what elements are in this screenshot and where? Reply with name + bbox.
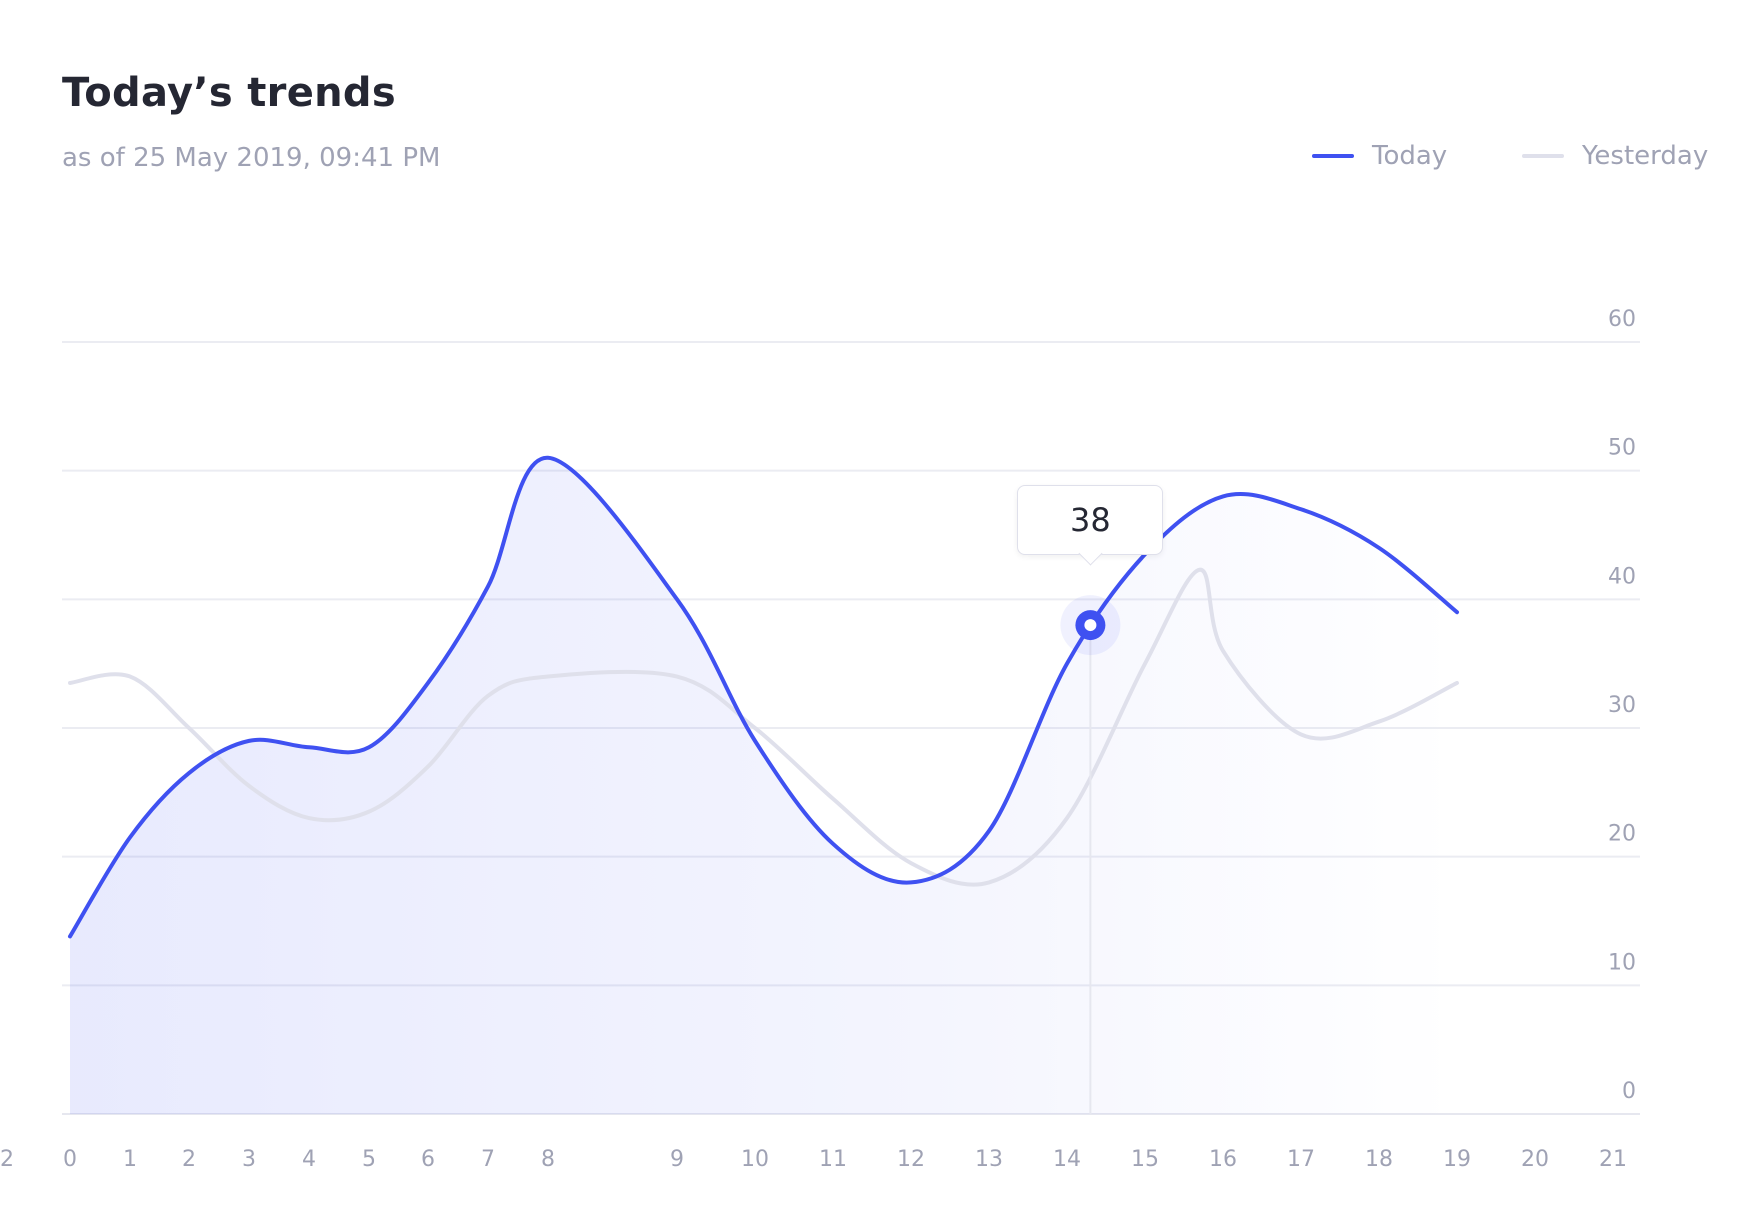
- x-tick-label-11: 11: [819, 1147, 847, 1172]
- x-tick-label-2: 2: [182, 1147, 196, 1172]
- y-tick-label-20: 20: [1608, 822, 1636, 847]
- x-tick-label-19: 19: [1443, 1147, 1471, 1172]
- y-tick-label-30: 30: [1608, 693, 1636, 718]
- area-fills: [70, 457, 1457, 1114]
- x-tick-label-3: 3: [242, 1147, 256, 1172]
- x-tick-label-17: 17: [1287, 1147, 1315, 1172]
- x-tick-label-22: 22: [0, 1147, 14, 1172]
- x-tick-label-21: 21: [1599, 1147, 1627, 1172]
- hover-point-center: [1084, 619, 1097, 632]
- x-tick-label-14: 14: [1053, 1147, 1081, 1172]
- x-tick-label-0: 0: [63, 1147, 77, 1172]
- x-tick-label-15: 15: [1131, 1147, 1159, 1172]
- y-tick-label-0: 0: [1622, 1079, 1636, 1104]
- x-tick-label-20: 20: [1521, 1147, 1549, 1172]
- x-tick-label-8: 8: [541, 1147, 555, 1172]
- x-tick-label-7: 7: [481, 1147, 495, 1172]
- y-tick-label-10: 10: [1608, 950, 1636, 975]
- series-area-today: [70, 457, 1457, 1114]
- y-tick-label-50: 50: [1608, 436, 1636, 461]
- x-tick-label-9: 9: [670, 1147, 684, 1172]
- x-tick-label-6: 6: [421, 1147, 435, 1172]
- x-tick-label-5: 5: [362, 1147, 376, 1172]
- trend-chart: 01020304050600 1 2 3 4 5 6 7 8 9 10 11 12 13 14 15 16 17 1…: [0, 307, 1640, 1172]
- x-tick-label-4: 4: [302, 1147, 316, 1172]
- y-tick-label-60: 60: [1608, 307, 1636, 332]
- y-tick-label-40: 40: [1608, 564, 1636, 589]
- x-tick-label-10: 10: [741, 1147, 769, 1172]
- x-tick-label-18: 18: [1365, 1147, 1393, 1172]
- x-tick-label-12: 12: [897, 1147, 925, 1172]
- tooltip-value: 38: [1070, 501, 1111, 540]
- x-tick-label-16: 16: [1209, 1147, 1237, 1172]
- x-tick-label-1: 1: [123, 1147, 137, 1172]
- x-tick-label-13: 13: [975, 1147, 1003, 1172]
